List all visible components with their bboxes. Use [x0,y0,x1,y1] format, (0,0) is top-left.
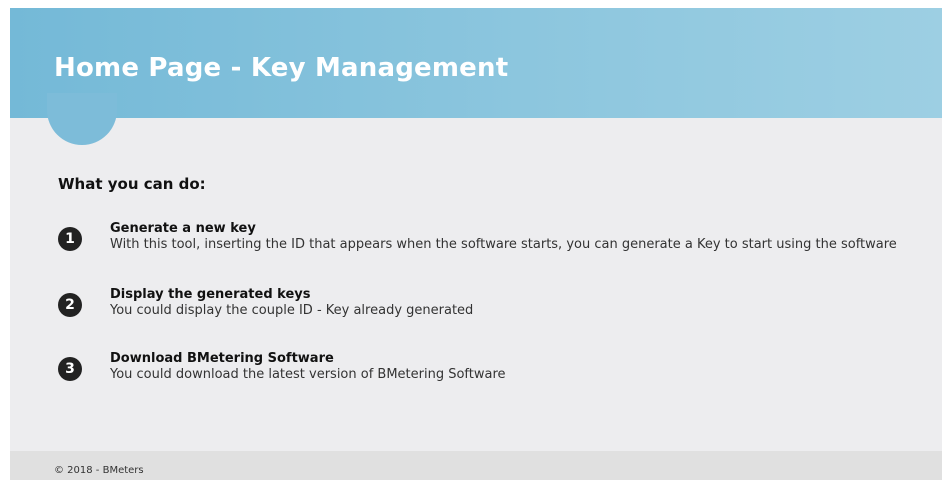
step-number-badge: 2 [58,293,82,317]
page-title: Home Page - Key Management [54,53,509,83]
header-decorative-tab [47,93,117,145]
feature-title[interactable]: Download BMetering Software [110,351,334,366]
section-heading: What you can do: [58,175,206,193]
step-number-badge: 1 [58,227,82,251]
feature-title[interactable]: Generate a new key [110,221,256,236]
feature-title[interactable]: Display the generated keys [110,287,311,302]
feature-description: You could download the latest version of… [110,367,506,382]
page-frame: Home Page - Key Management What you can … [10,8,942,480]
feature-description: With this tool, inserting the ID that ap… [110,237,897,252]
step-number-badge: 3 [58,357,82,381]
page-header: Home Page - Key Management [10,8,942,118]
copyright-text: © 2018 - BMeters [54,465,144,476]
feature-description: You could display the couple ID - Key al… [110,303,474,318]
page-footer: © 2018 - BMeters [10,451,942,480]
